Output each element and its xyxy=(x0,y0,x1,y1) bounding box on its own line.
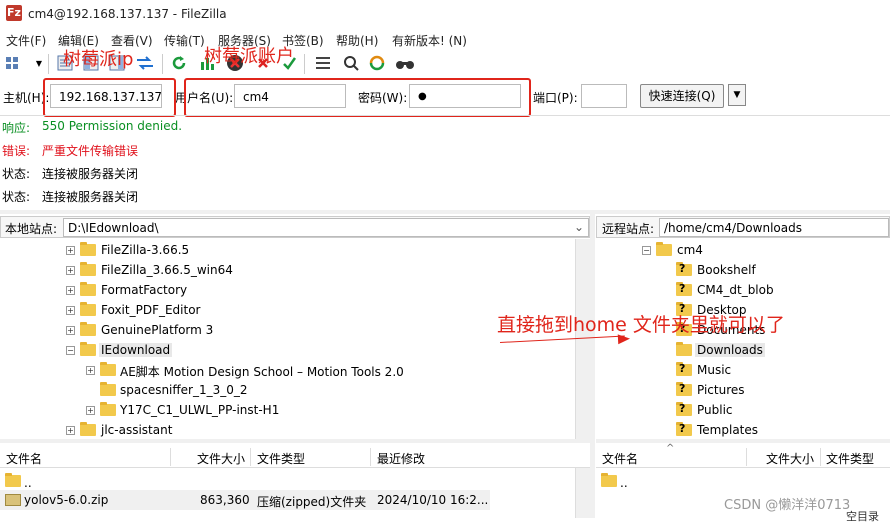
splitter[interactable] xyxy=(596,439,890,443)
quickconnect-bar: 主机(H): 192.168.137.137 用户名(U): cm4 密码(W)… xyxy=(0,80,890,112)
remote-path-bar: 远程站点: /home/cm4/Downloads xyxy=(596,216,890,238)
menu-view[interactable]: 查看(V) xyxy=(111,32,153,49)
username-label: 用户名(U): xyxy=(175,91,234,105)
toggle-queue-icon[interactable] xyxy=(134,52,156,74)
tree-item[interactable]: + Y17C_C1_ULWL_PP-inst-H1 xyxy=(0,401,575,421)
toggle-remote-tree-icon[interactable] xyxy=(106,52,128,74)
site-manager-icon[interactable] xyxy=(4,52,26,74)
tree-item[interactable]: ? Templates xyxy=(596,421,890,439)
remote-site-label: 远程站点: xyxy=(602,222,655,236)
local-path-bar: 本地站点: D:\IEdownload\ ⌄ xyxy=(0,216,590,238)
local-list-scrollbar[interactable] xyxy=(575,468,590,518)
chevron-down-icon[interactable]: ⌄ xyxy=(574,220,584,234)
tree-item[interactable]: + GenuinePlatform 3 xyxy=(0,321,575,341)
host-input[interactable]: 192.168.137.137 xyxy=(50,84,162,108)
local-list-header: 文件名 文件大小 文件类型 最近修改 xyxy=(0,446,590,468)
tree-item[interactable]: + jlc-assistant xyxy=(0,421,575,439)
tree-item-selected[interactable]: Downloads xyxy=(596,341,890,361)
menu-new-version[interactable]: 有新版本! (N) xyxy=(392,32,467,49)
local-tree-scrollbar[interactable] xyxy=(575,239,590,439)
toggle-local-tree-icon[interactable] xyxy=(80,52,102,74)
splitter[interactable] xyxy=(0,439,590,443)
tree-item[interactable]: spacesniffer_1_3_0_2 xyxy=(0,381,575,401)
tree-item[interactable]: − cm4 xyxy=(596,241,890,261)
toggle-log-icon[interactable] xyxy=(54,52,76,74)
tree-item[interactable]: + Foxit_PDF_Editor xyxy=(0,301,575,321)
sync-browse-icon[interactable] xyxy=(366,52,388,74)
menu-help[interactable]: 帮助(H) xyxy=(336,32,378,49)
port-label: 端口(P): xyxy=(533,91,578,105)
remote-path-input[interactable]: /home/cm4/Downloads xyxy=(659,218,889,237)
tree-item[interactable]: ? Pictures xyxy=(596,381,890,401)
menu-bar: 文件(F) 编辑(E) 查看(V) 传输(T) 服务器(S) 书签(B) 帮助(… xyxy=(0,30,890,50)
compare-icon[interactable] xyxy=(312,52,334,74)
quickconnect-dropdown[interactable]: ▼ xyxy=(728,84,746,106)
message-log: 响应: 550 Permission denied. 错误: 严重文件传输错误 … xyxy=(0,115,890,210)
sort-ascending-icon: ^ xyxy=(666,443,675,454)
cancel-icon[interactable] xyxy=(224,52,246,74)
tree-item[interactable]: + FileZilla-3.66.5 xyxy=(0,241,575,261)
username-input[interactable]: cm4 xyxy=(234,84,346,108)
tree-item[interactable]: ? CM4_dt_blob xyxy=(596,281,890,301)
menu-edit[interactable]: 编辑(E) xyxy=(58,32,99,49)
arrow-head-icon xyxy=(617,333,631,345)
column-filename[interactable]: 文件名 xyxy=(602,450,638,467)
tree-item[interactable]: ? Documents xyxy=(596,321,890,341)
title-bar: Fz cm4@192.168.137.137 - FileZilla xyxy=(0,0,890,28)
password-label: 密码(W): xyxy=(358,91,408,105)
list-item[interactable]: .. xyxy=(0,470,575,490)
menu-bookmarks[interactable]: 书签(B) xyxy=(282,32,324,49)
port-input[interactable] xyxy=(581,84,627,108)
window-title: cm4@192.168.137.137 - FileZilla xyxy=(28,7,227,21)
remote-tree: − cm4 ? Bookshelf ? CM4_dt_blob ? Desktop ? D… xyxy=(596,239,890,439)
tree-item-selected[interactable]: − IEdownload xyxy=(0,341,575,361)
tree-item[interactable]: + AE脚本 Motion Design School – Motion Tool… xyxy=(0,361,575,381)
process-queue-icon[interactable] xyxy=(196,52,218,74)
list-item[interactable]: yolov5-6.0.zip 863,360 压缩(zipped)文件夹 202… xyxy=(0,490,490,510)
disconnect-icon[interactable] xyxy=(252,52,274,74)
zip-file-icon xyxy=(5,494,21,506)
column-filename[interactable]: 文件名 xyxy=(6,450,42,467)
reconnect-icon[interactable] xyxy=(278,52,300,74)
tree-item[interactable]: ? Music xyxy=(596,361,890,381)
column-filetype[interactable]: 文件类型 xyxy=(257,450,305,467)
filter-icon[interactable] xyxy=(340,52,362,74)
search-icon[interactable] xyxy=(394,52,416,74)
tree-item[interactable]: ? Desktop xyxy=(596,301,890,321)
refresh-icon[interactable] xyxy=(168,52,190,74)
tree-item[interactable]: ? Bookshelf xyxy=(596,261,890,281)
tree-item[interactable]: + FileZilla_3.66.5_win64 xyxy=(0,261,575,281)
chevron-down-icon[interactable]: ▼ xyxy=(28,52,50,74)
remote-list-header: 文件名 ^ 文件大小 文件类型 xyxy=(596,443,890,468)
local-tree: + FileZilla-3.66.5 + FileZilla_3.66.5_win6… xyxy=(0,239,590,439)
splitter[interactable] xyxy=(0,210,890,214)
toolbar: ▼ xyxy=(0,50,890,78)
tree-item[interactable]: ? Public xyxy=(596,401,890,421)
column-filesize[interactable]: 文件大小 xyxy=(197,450,245,467)
column-filetype[interactable]: 文件类型 xyxy=(826,450,874,467)
watermark: CSDN @懒洋洋0713 xyxy=(724,498,851,513)
local-path-input[interactable]: D:\IEdownload\ ⌄ xyxy=(63,218,589,237)
menu-server[interactable]: 服务器(S) xyxy=(218,32,271,49)
menu-transfer[interactable]: 传输(T) xyxy=(164,32,205,49)
column-filesize[interactable]: 文件大小 xyxy=(766,450,814,467)
status-text: 空目录 xyxy=(846,510,879,523)
column-modified[interactable]: 最近修改 xyxy=(377,450,425,467)
host-label: 主机(H): xyxy=(3,91,50,105)
local-site-label: 本地站点: xyxy=(5,222,58,236)
filezilla-app-icon: Fz xyxy=(6,5,22,21)
quickconnect-button[interactable]: 快速连接(Q) xyxy=(640,84,724,108)
tree-item[interactable]: + FormatFactory xyxy=(0,281,575,301)
menu-file[interactable]: 文件(F) xyxy=(6,32,46,49)
list-item[interactable]: .. xyxy=(596,470,890,490)
password-input[interactable]: ● xyxy=(409,84,521,108)
vertical-splitter[interactable] xyxy=(590,214,595,518)
